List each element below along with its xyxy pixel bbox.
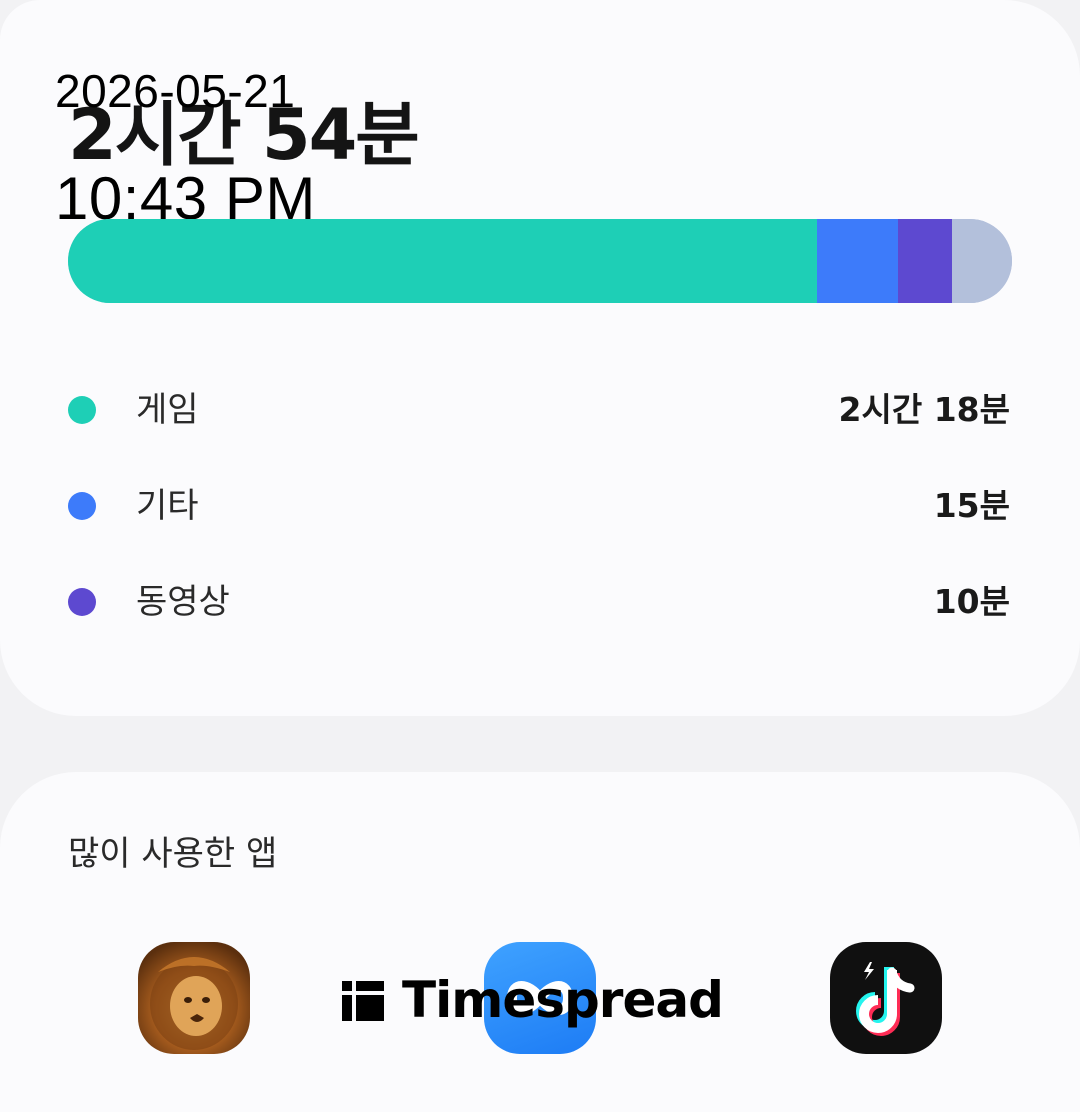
watermark-text: Timespread bbox=[402, 971, 724, 1029]
legend-value: 15분 bbox=[933, 486, 1010, 525]
legend-value: 10분 bbox=[933, 582, 1010, 621]
timespread-watermark: Timespread bbox=[340, 970, 724, 1030]
lion-app-icon[interactable] bbox=[138, 942, 250, 1054]
timespread-logo-icon bbox=[342, 981, 384, 1021]
usage-bar-segment-game bbox=[68, 219, 817, 303]
legend-row-other[interactable]: 기타 15분 bbox=[68, 476, 1010, 536]
legend-label: 동영상 bbox=[136, 582, 230, 622]
legend-row-game[interactable]: 게임 2시간 18분 bbox=[68, 380, 1010, 440]
category-dot-icon bbox=[68, 588, 96, 616]
usage-bar-segment-other bbox=[816, 219, 899, 303]
timestamp-date: 2026-05-21 bbox=[55, 65, 296, 117]
tiktok-icon[interactable] bbox=[830, 942, 942, 1054]
category-dot-icon bbox=[68, 492, 96, 520]
legend-row-video[interactable]: 동영상 10분 bbox=[68, 572, 1010, 632]
legend-label: 기타 bbox=[136, 486, 199, 526]
category-dot-icon bbox=[68, 396, 96, 424]
legend-value: 2시간 18분 bbox=[838, 390, 1010, 429]
usage-breakdown-bar[interactable] bbox=[68, 219, 1012, 303]
usage-bar-segment-video bbox=[898, 219, 953, 303]
legend-label: 게임 bbox=[136, 390, 199, 430]
most-used-apps-title: 많이 사용한 앱 bbox=[68, 834, 278, 874]
